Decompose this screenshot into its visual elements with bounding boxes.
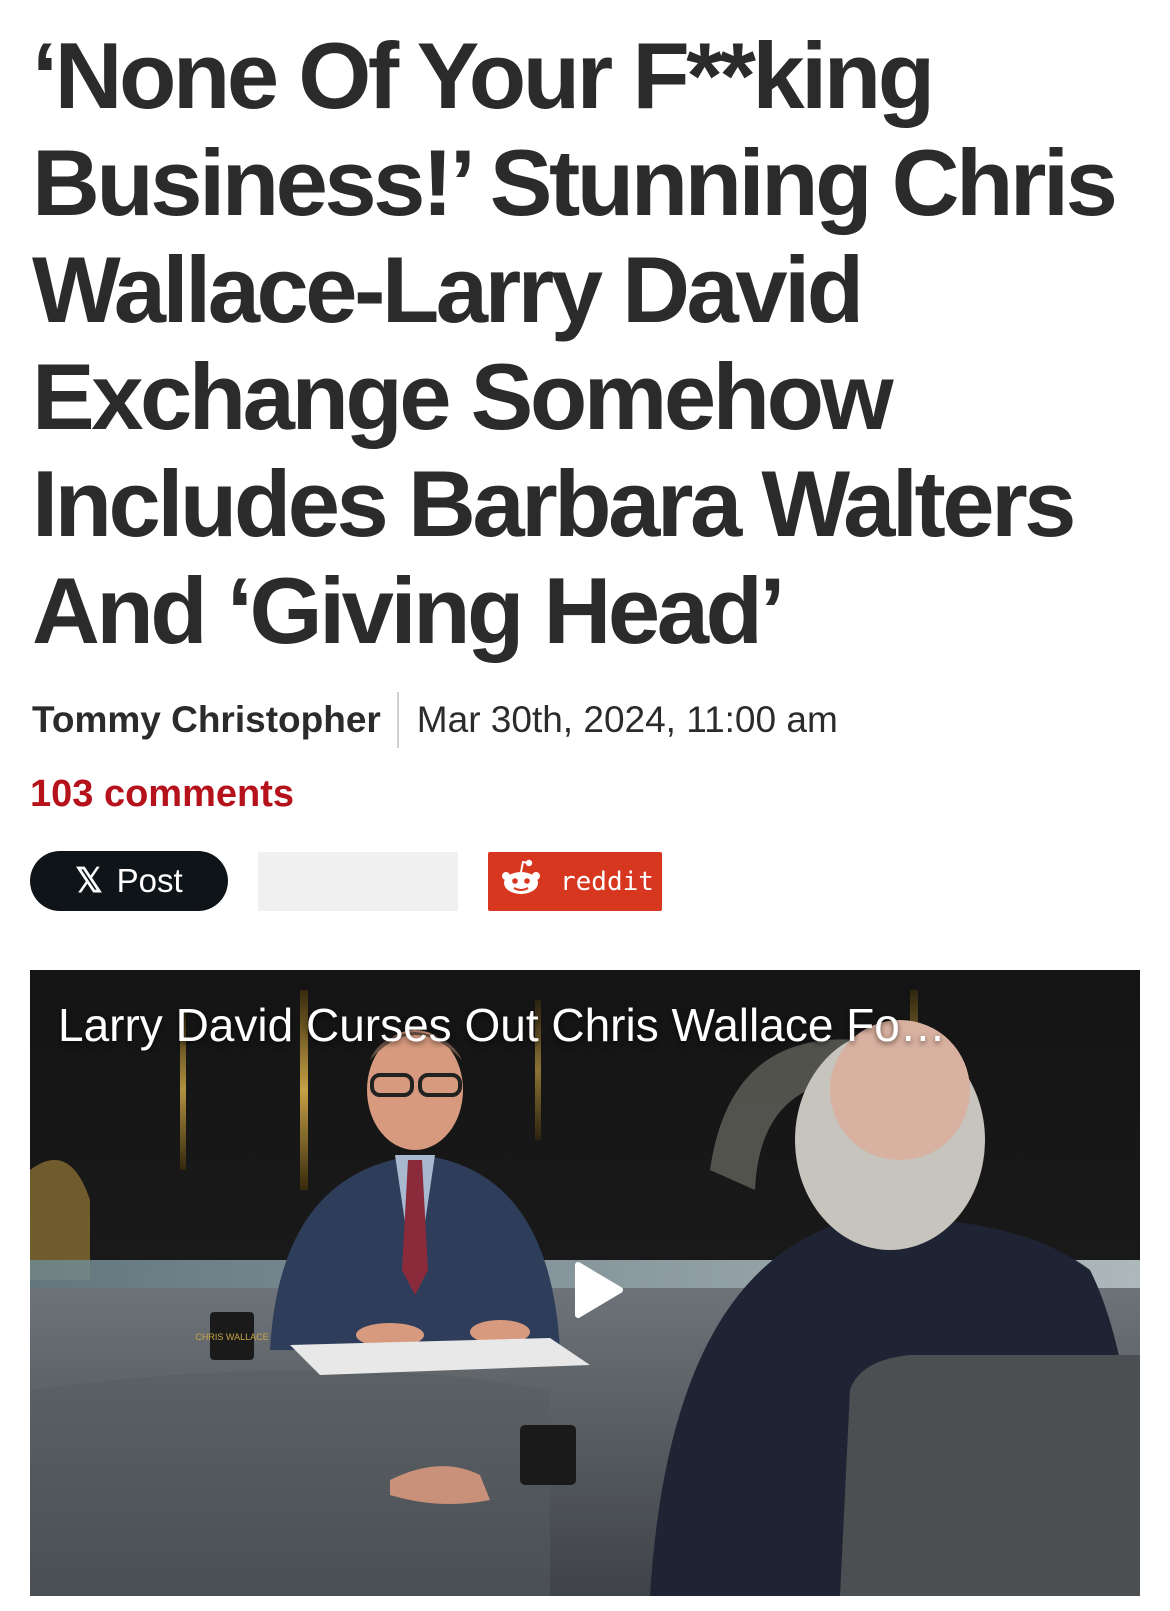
comments-link[interactable]: 103 comments bbox=[30, 773, 294, 816]
share-button-placeholder[interactable] bbox=[258, 852, 458, 911]
byline-divider bbox=[396, 692, 399, 748]
article-headline: ‘None Of Your F**king Business!’ Stunnin… bbox=[32, 23, 1118, 663]
reddit-share-button[interactable]: reddit bbox=[488, 852, 662, 911]
video-title: Larry David Curses Out Chris Wallace Fo… bbox=[58, 999, 946, 1051]
reddit-alien-icon bbox=[500, 859, 542, 904]
mug-label-left: CHRIS WALLACE bbox=[195, 1332, 268, 1342]
x-logo-icon: 𝕏 bbox=[75, 862, 103, 900]
video-player[interactable]: CHRIS WALLACE Larry David Curses Out Chr… bbox=[30, 970, 1140, 1596]
publish-date: Mar 30th, 2024, 11:00 am bbox=[416, 699, 838, 740]
play-icon[interactable] bbox=[560, 1255, 630, 1325]
author-name[interactable]: Tommy Christopher bbox=[32, 699, 381, 741]
x-post-label: Post bbox=[116, 862, 183, 899]
byline: Tommy Christopher Mar 30th, 2024, 11:00 … bbox=[32, 690, 838, 750]
x-post-button[interactable]: 𝕏 Post bbox=[30, 851, 228, 911]
reddit-label: reddit bbox=[560, 866, 654, 897]
